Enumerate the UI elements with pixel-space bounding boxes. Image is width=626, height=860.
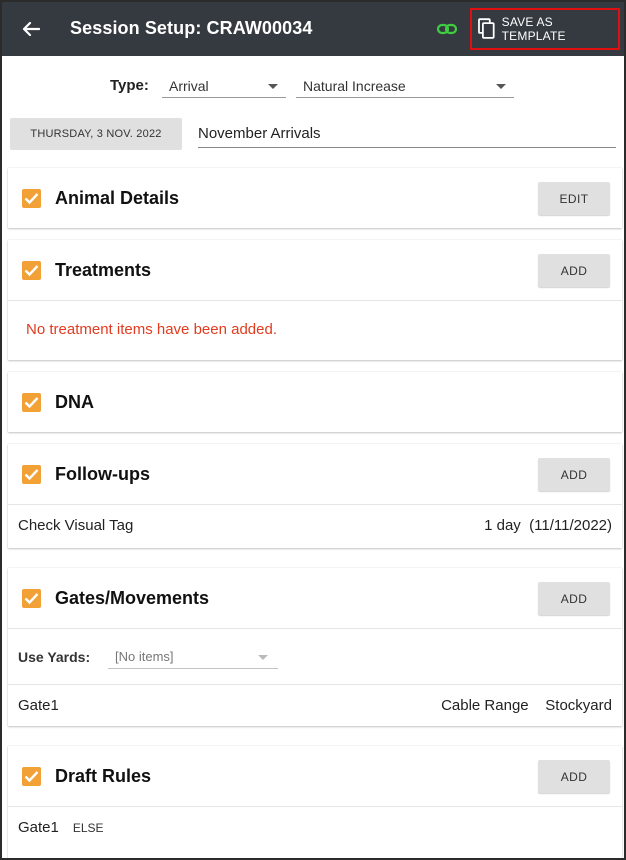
draft-rule-condition: ELSE xyxy=(72,821,104,835)
section-title: Gates/Movements xyxy=(55,588,210,608)
draft-rule-row: Gate1 ELSE xyxy=(18,819,104,836)
section-treatments: Treatments ADD No treatment items have b… xyxy=(8,240,622,360)
draft-rules-checkbox[interactable] xyxy=(22,767,41,786)
app-frame: Session Setup: CRAW00034 SAVE AS TEMPLAT… xyxy=(2,2,624,858)
section-title: Treatments xyxy=(55,260,152,280)
type-select[interactable]: Arrival xyxy=(162,74,286,98)
use-yards-value: [No items] xyxy=(115,649,174,664)
copy-icon xyxy=(478,18,495,39)
section-draft-rules: Draft Rules ADD Gate1 ELSE xyxy=(8,746,622,858)
subtype-select[interactable]: Natural Increase xyxy=(296,74,514,98)
list-item[interactable]: Check Visual Tag 1 day (11/11/2022) xyxy=(8,504,622,546)
followups-checkbox[interactable] xyxy=(22,465,41,484)
checkmark-icon xyxy=(24,193,39,205)
treatments-checkbox[interactable] xyxy=(22,261,41,280)
chevron-down-icon xyxy=(268,84,278,89)
draft-rule-gate: Gate1 xyxy=(18,819,59,836)
gate-route: Cable Range Stockyard xyxy=(441,697,612,714)
type-label: Type: xyxy=(110,77,149,94)
add-gate-button[interactable]: ADD xyxy=(538,582,610,615)
add-followup-button[interactable]: ADD xyxy=(538,458,610,491)
dna-checkbox[interactable] xyxy=(22,393,41,412)
empty-message: No treatment items have been added. xyxy=(26,321,277,338)
animal-details-checkbox[interactable] xyxy=(22,189,41,208)
followup-name: Check Visual Tag xyxy=(18,517,134,534)
section-title: DNA xyxy=(55,392,94,412)
use-yards-select[interactable]: [No items] xyxy=(108,645,278,669)
gate-range: Cable Range xyxy=(441,697,529,714)
use-yards-row: Use Yards: [No items] xyxy=(8,628,622,684)
gates-checkbox[interactable] xyxy=(22,589,41,608)
list-item[interactable]: Gate1 Cable Range Stockyard xyxy=(8,684,622,726)
treatments-empty-row: No treatment items have been added. xyxy=(8,300,622,360)
section-gates-movements: Gates/Movements ADD Use Yards: [No items… xyxy=(8,568,622,726)
checkmark-icon xyxy=(24,265,39,277)
section-animal-details: Animal Details EDIT xyxy=(8,168,622,228)
back-button[interactable] xyxy=(18,16,44,42)
section-title: Draft Rules xyxy=(55,766,152,786)
chevron-down-icon xyxy=(258,655,268,660)
followup-duration: 1 day xyxy=(484,517,521,534)
subtype-select-value: Natural Increase xyxy=(303,78,406,94)
arrow-left-icon xyxy=(22,21,40,37)
followup-schedule: 1 day (11/11/2022) xyxy=(484,517,612,534)
session-setup-content: Type: Arrival Natural Increase THURSDAY,… xyxy=(2,56,624,858)
checkmark-icon xyxy=(24,397,39,409)
app-bar: Session Setup: CRAW00034 SAVE AS TEMPLAT… xyxy=(2,2,624,56)
add-draft-rule-button[interactable]: ADD xyxy=(538,760,610,793)
checkmark-icon xyxy=(24,469,39,481)
list-item[interactable]: Gate1 ELSE xyxy=(8,806,622,848)
type-select-value: Arrival xyxy=(169,78,209,94)
followup-date: (11/11/2022) xyxy=(529,517,612,534)
link-icon[interactable] xyxy=(436,19,458,39)
section-dna: DNA xyxy=(8,372,622,432)
checkmark-icon xyxy=(24,593,39,605)
date-button[interactable]: THURSDAY, 3 NOV. 2022 xyxy=(10,118,182,150)
save-as-template-button[interactable]: SAVE AS TEMPLATE xyxy=(470,8,620,50)
chevron-down-icon xyxy=(496,84,506,89)
page-title: Session Setup: CRAW00034 xyxy=(70,18,313,38)
save-as-template-label: SAVE AS TEMPLATE xyxy=(501,15,566,43)
gate-name: Gate1 xyxy=(18,697,59,714)
section-followups: Follow-ups ADD Check Visual Tag 1 day (1… xyxy=(8,444,622,548)
gate-destination: Stockyard xyxy=(545,697,612,714)
session-name-input[interactable]: November Arrivals xyxy=(198,120,616,148)
checkmark-icon xyxy=(24,771,39,783)
section-title: Follow-ups xyxy=(55,464,150,484)
use-yards-label: Use Yards: xyxy=(18,649,91,665)
add-treatment-button[interactable]: ADD xyxy=(538,254,610,287)
section-title: Animal Details xyxy=(55,188,180,208)
edit-animal-details-button[interactable]: EDIT xyxy=(538,182,610,215)
